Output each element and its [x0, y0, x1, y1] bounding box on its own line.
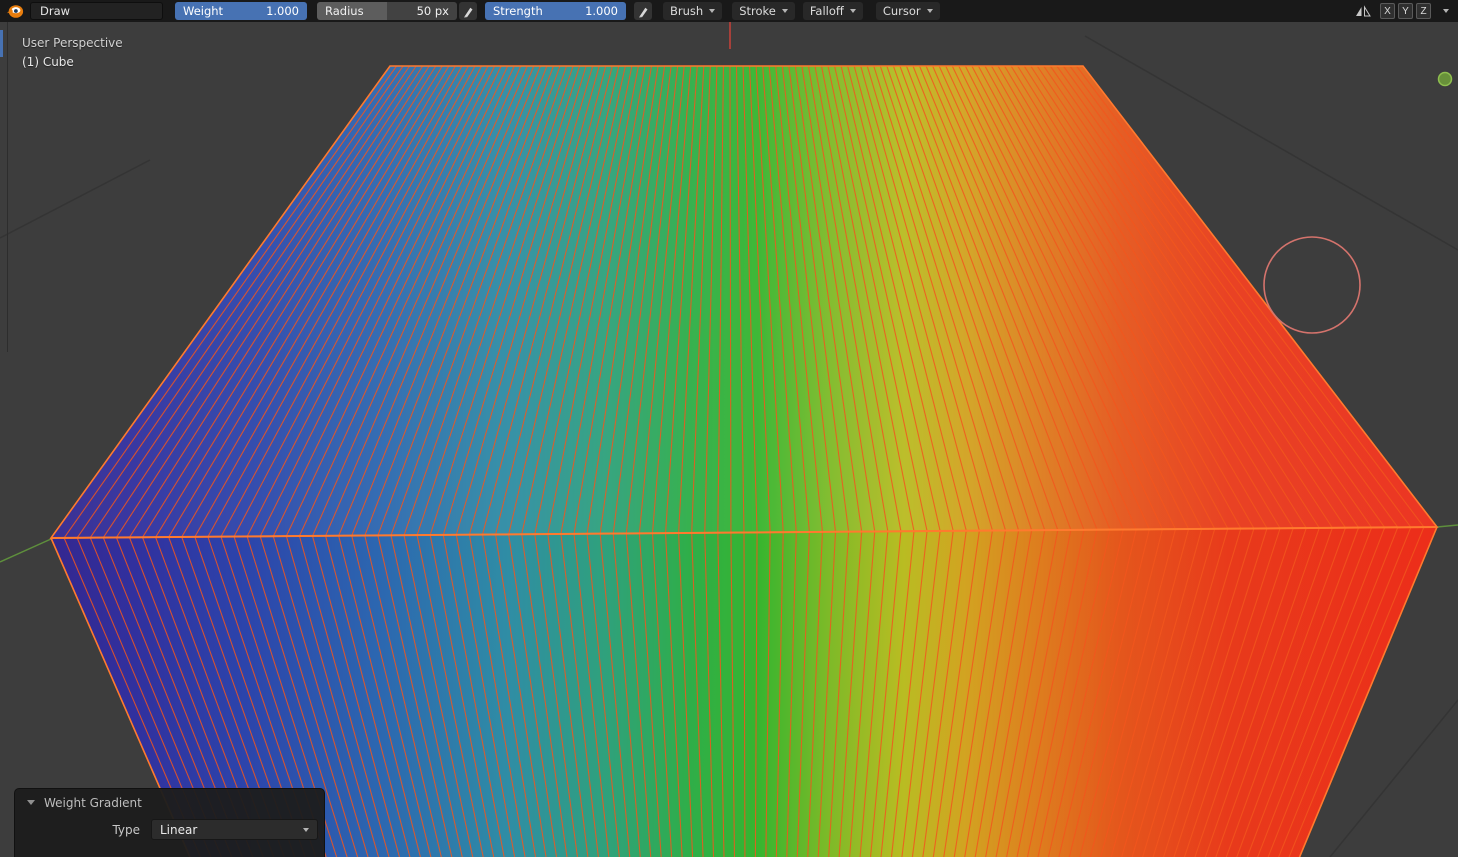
mirror-icon[interactable] [1353, 2, 1373, 20]
chevron-down-icon [1443, 9, 1449, 13]
y-axis-line [1437, 525, 1458, 527]
brush-menu[interactable]: Brush [663, 2, 722, 20]
grid-line [0, 160, 150, 238]
strength-slider[interactable]: Strength 1.000 [485, 2, 626, 20]
toolbar-collapsed-strip[interactable] [7, 22, 8, 352]
blender-window: User Perspective (1) Cube Weight Gradien… [0, 0, 1458, 857]
chevron-down-icon [850, 9, 856, 13]
tool-header: Draw Weight 1.000 Radius 50 px Strength … [0, 0, 1458, 22]
light-object-indicator[interactable] [1439, 73, 1452, 86]
weight-slider[interactable]: Weight 1.000 [175, 2, 307, 20]
chevron-down-icon [709, 9, 715, 13]
weight-paint-scene[interactable] [0, 0, 1458, 857]
redo-panel-header[interactable]: Weight Gradient [15, 789, 324, 816]
chevron-down-icon [927, 9, 933, 13]
brush-pressure-icon [462, 5, 475, 18]
radius-slider-label: Radius [325, 4, 364, 18]
mirror-y-button[interactable]: Y [1398, 3, 1413, 19]
weight-slider-value: 1.000 [266, 4, 299, 18]
header-options-button[interactable] [1437, 2, 1454, 20]
weight-slider-label: Weight [183, 4, 223, 18]
brush-menu-label: Brush [670, 4, 703, 18]
radius-slider[interactable]: Radius 50 px [317, 2, 457, 20]
radius-pressure-button[interactable] [459, 2, 477, 20]
strength-slider-value: 1.000 [585, 4, 618, 18]
mirror-z-button[interactable]: Z [1416, 3, 1431, 19]
radius-slider-value: 50 px [417, 4, 449, 18]
brush-cursor-circle [1264, 237, 1360, 333]
cursor-menu[interactable]: Cursor [876, 2, 940, 20]
active-object-label: (1) Cube [22, 55, 74, 69]
3d-viewport[interactable]: User Perspective (1) Cube Weight Gradien… [0, 0, 1458, 857]
gradient-type-select[interactable]: Linear [151, 819, 318, 840]
mirror-x-button[interactable]: X [1380, 3, 1395, 19]
type-label: Type [15, 823, 151, 837]
blender-logo-icon[interactable] [4, 2, 26, 20]
redo-panel: Weight Gradient Type Linear [14, 788, 325, 857]
region-active-accent [0, 30, 3, 57]
gradient-type-value: Linear [160, 823, 197, 837]
chevron-down-icon [27, 800, 35, 805]
cursor-menu-label: Cursor [883, 4, 921, 18]
view-perspective-label: User Perspective [22, 36, 123, 50]
falloff-menu[interactable]: Falloff [803, 2, 863, 20]
stroke-menu-label: Stroke [739, 4, 776, 18]
active-tool-name: Draw [40, 4, 70, 18]
stroke-menu[interactable]: Stroke [732, 2, 795, 20]
active-tool-field[interactable]: Draw [30, 2, 163, 20]
chevron-down-icon [303, 828, 309, 832]
falloff-menu-label: Falloff [810, 4, 844, 18]
strength-slider-label: Strength [493, 4, 543, 18]
strength-pressure-button[interactable] [634, 2, 652, 20]
redo-panel-title: Weight Gradient [44, 796, 142, 810]
brush-pressure-icon [637, 5, 650, 18]
y-axis-line [0, 539, 51, 562]
chevron-down-icon [782, 9, 788, 13]
